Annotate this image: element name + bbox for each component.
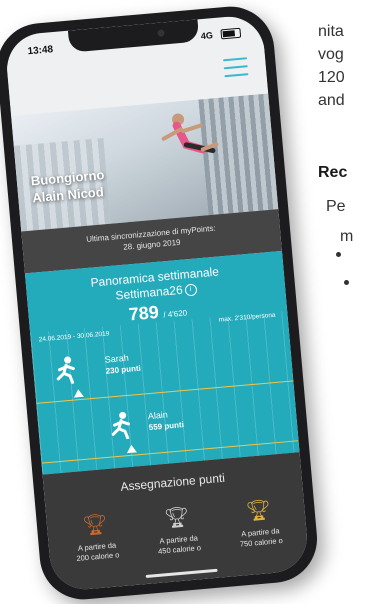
weekly-overview-card[interactable]: Panoramica settimanale Settimana26 i 789 …	[24, 250, 300, 475]
hero-banner: Buongiorno Alain Nicod	[11, 93, 279, 232]
position-marker	[126, 444, 137, 454]
phone-mockup: 13:48 4G Buongiorno Alain Nicod Ultima s…	[0, 2, 321, 604]
trophy-icon: 🏆︎	[81, 513, 109, 538]
runner-icon	[56, 356, 75, 385]
side-text-line: m	[340, 228, 354, 245]
phone-screen: 13:48 4G Buongiorno Alain Nicod Ultima s…	[4, 13, 310, 593]
tier-label: A partire da 750 calorie o	[220, 524, 301, 551]
tier-label: A partire da 200 calorie o	[57, 539, 138, 566]
info-icon[interactable]: i	[184, 283, 198, 297]
trophy-icon: 🏆︎	[163, 506, 191, 531]
side-paragraph-2: Pe m	[326, 192, 353, 252]
points-total: / 4'620	[163, 308, 188, 320]
participant-name: Sarah	[104, 352, 130, 365]
points-value: 789	[127, 301, 160, 325]
tier-gold[interactable]: 🏆︎ A partire da 750 calorie o	[218, 496, 302, 551]
status-time: 13:48	[27, 44, 54, 58]
tier-label: A partire da 450 calorie o	[138, 532, 219, 559]
participant-sarah[interactable]: Sarah 230 punti	[52, 353, 141, 390]
runner-icon	[111, 411, 130, 440]
bullet-icon	[344, 280, 349, 285]
side-text-line: and	[318, 92, 345, 109]
home-indicator[interactable]	[145, 568, 218, 579]
participant-alain[interactable]: Alain 559 punti	[107, 410, 184, 445]
greeting-text: Buongiorno Alain Nicod	[30, 166, 106, 206]
side-text-line: vog	[318, 46, 344, 63]
menu-icon[interactable]	[223, 57, 249, 83]
side-paragraph: nita vog 120 and	[318, 20, 345, 112]
side-text-line: Pe	[326, 198, 346, 215]
signal-indicator: 4G	[200, 30, 214, 42]
points-assignment: Assegnazione punti 🏆︎ A partire da 200 c…	[42, 452, 310, 593]
trophy-icon: 🏆︎	[244, 498, 273, 524]
participant-name: Alain	[147, 409, 169, 422]
tier-bronze[interactable]: 🏆︎ A partire da 200 calorie o	[54, 511, 138, 566]
side-text-line: nita	[318, 23, 344, 40]
battery-icon	[220, 27, 242, 40]
bullet-icon	[336, 252, 341, 257]
athlete-image	[161, 113, 219, 154]
position-marker	[73, 388, 84, 398]
side-text-line: 120	[318, 69, 345, 86]
camera-icon	[157, 29, 165, 37]
side-heading: Rec	[318, 164, 348, 181]
tier-silver[interactable]: 🏆︎ A partire da 450 calorie o	[136, 504, 220, 559]
